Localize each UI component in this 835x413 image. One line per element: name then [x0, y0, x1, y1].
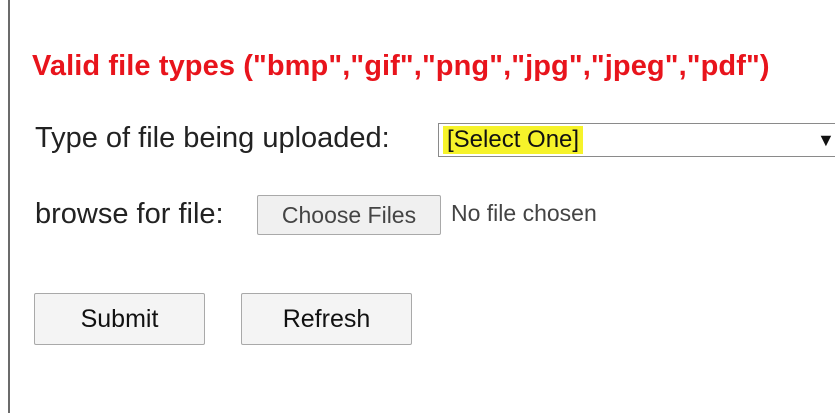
file-type-label: Type of file being uploaded: [35, 122, 390, 154]
choose-files-button[interactable]: Choose Files [257, 195, 441, 235]
upload-form-page: Valid file types ("bmp","gif","png","jpg… [0, 0, 835, 413]
file-chosen-status: No file chosen [451, 200, 597, 226]
valid-file-types-notice: Valid file types ("bmp","gif","png","jpg… [32, 50, 770, 82]
file-type-selected-value: [Select One] [443, 126, 584, 154]
refresh-button[interactable]: Refresh [241, 293, 412, 345]
file-type-select[interactable]: [Select One] ▼ [438, 123, 835, 157]
left-border-line [8, 0, 10, 413]
dropdown-arrow-icon: ▼ [817, 130, 835, 150]
submit-button[interactable]: Submit [34, 293, 205, 345]
browse-file-label: browse for file: [35, 198, 224, 230]
